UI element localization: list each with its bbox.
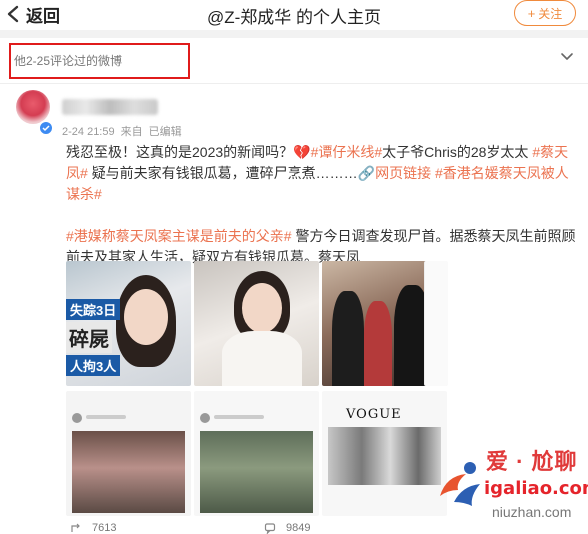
image-grid: 失踪3日 碎屍 人拘3人 VOGUE bbox=[66, 261, 448, 529]
post-meta: 2-24 21:59 来自 已编辑 bbox=[62, 123, 188, 139]
back-button[interactable]: 返回 bbox=[6, 2, 60, 26]
screenshot-photo bbox=[200, 431, 313, 513]
post-time: 2-24 21:59 bbox=[62, 126, 115, 138]
post-text-1a: 残忍至极！这真的是2023的新闻吗？ bbox=[66, 144, 294, 160]
web-link[interactable]: 网页链接 bbox=[375, 165, 431, 181]
screenshot-line bbox=[86, 415, 126, 419]
screenshot-line bbox=[214, 415, 264, 419]
hashtag-mastermind[interactable]: #港媒称蔡天凤案主谋是前夫的父亲# bbox=[66, 228, 292, 244]
thumbnail-4[interactable] bbox=[66, 391, 191, 516]
overlay-line-1: 失踪3日 bbox=[66, 299, 121, 320]
post-source: 来自 bbox=[120, 126, 143, 138]
watermark-domain: igaliao.com bbox=[484, 478, 588, 499]
comment-count: 9849 bbox=[286, 522, 311, 534]
section-divider bbox=[0, 30, 588, 38]
watermark-title: 爱 · 尬聊 bbox=[486, 449, 578, 474]
post-text-2a: 疑与前夫家有钱银瓜葛，遭碎尸烹煮……… bbox=[91, 165, 358, 181]
watermark-logo-icon bbox=[440, 462, 480, 506]
page-title: @Z-郑成华 的个人主页 bbox=[206, 8, 382, 27]
watermark-subdomain: niuzhan.com bbox=[492, 504, 572, 520]
username-blurred[interactable] bbox=[62, 99, 158, 115]
chevron-left-icon bbox=[7, 5, 19, 23]
thumbnail-partial[interactable] bbox=[424, 261, 448, 386]
white-dress bbox=[222, 331, 302, 386]
thumbnail-6[interactable]: VOGUE bbox=[322, 391, 447, 516]
comment-icon bbox=[264, 523, 276, 534]
person-left bbox=[332, 291, 364, 386]
face-shape bbox=[124, 289, 168, 345]
overlay-line-3: 人拘3人 bbox=[66, 355, 121, 376]
chevron-down-icon[interactable] bbox=[560, 50, 574, 64]
screenshot-photo bbox=[72, 431, 185, 513]
person-center bbox=[364, 301, 392, 386]
repost-count: 7613 bbox=[92, 522, 117, 534]
broken-heart-icon: 💔 bbox=[293, 144, 311, 160]
screenshot-photo bbox=[328, 427, 441, 485]
thumbnail-1[interactable]: 失踪3日 碎屍 人拘3人 bbox=[66, 261, 191, 386]
hashtag-tanzai[interactable]: #谭仔米线# bbox=[311, 144, 383, 160]
thumbnail-2[interactable] bbox=[194, 261, 319, 386]
post-text-1b: 太子爷Chris的28岁太太 bbox=[382, 144, 529, 160]
screenshot-status-bar bbox=[66, 391, 191, 405]
repost-button[interactable]: 7613 bbox=[70, 522, 116, 534]
news-overlay: 失踪3日 碎屍 人拘3人 bbox=[66, 297, 124, 376]
post-body: 残忍至极！这真的是2023的新闻吗？💔#谭仔米线#太子爷Chris的28岁太太 … bbox=[66, 142, 576, 268]
thumbnail-5[interactable] bbox=[194, 391, 319, 516]
plus-icon: + bbox=[527, 5, 536, 21]
filter-bar[interactable]: 他2-25评论过的微博 bbox=[0, 38, 588, 84]
face-shape bbox=[242, 283, 282, 333]
back-label: 返回 bbox=[26, 6, 60, 26]
comment-button[interactable]: 9849 bbox=[264, 522, 310, 534]
link-icon: 🔗 bbox=[357, 165, 376, 181]
overlay-line-2: 碎屍 bbox=[66, 322, 112, 353]
highlight-box bbox=[9, 43, 190, 79]
verified-badge-icon bbox=[38, 120, 54, 136]
action-bar: 7613 9849 bbox=[70, 522, 370, 534]
screenshot-avatar bbox=[72, 413, 82, 423]
follow-button[interactable]: + 关注 bbox=[514, 0, 576, 26]
repost-icon bbox=[71, 523, 80, 532]
screenshot-avatar bbox=[200, 413, 210, 423]
avatar[interactable] bbox=[16, 90, 50, 124]
vogue-logo: VOGUE bbox=[346, 407, 402, 422]
post-edited: 已编辑 bbox=[148, 126, 182, 138]
watermark: 爱 · 尬聊 igaliao.com niuzhan.com bbox=[430, 440, 588, 534]
top-bar: 返回 @Z-郑成华 的个人主页 + 关注 bbox=[0, 0, 588, 30]
follow-label: 关注 bbox=[538, 6, 563, 21]
